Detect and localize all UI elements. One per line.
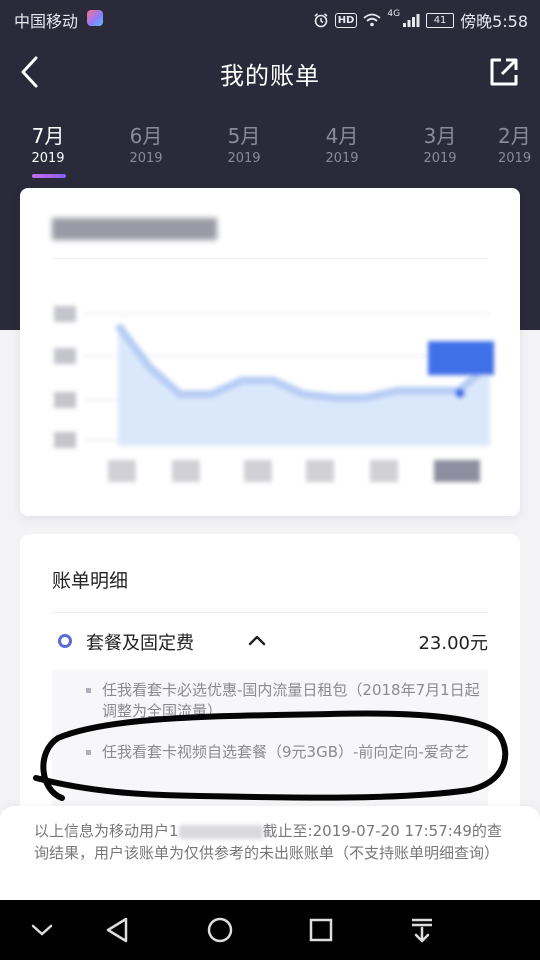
tab-month-2[interactable]: 2月 2019 — [498, 120, 540, 166]
chevron-down-icon[interactable] — [26, 914, 58, 946]
recents-square-icon[interactable] — [305, 914, 337, 946]
wifi-icon — [363, 13, 381, 27]
y-tick-label — [54, 392, 76, 408]
package-fee-row[interactable]: 套餐及固定费 23.00元 — [52, 624, 488, 668]
tab-year-label: 2019 — [227, 151, 261, 166]
chevron-up-icon[interactable] — [248, 633, 266, 647]
notice-text-part1: 以上信息为移动用户1 — [34, 822, 179, 840]
tab-month-label: 2月 — [498, 124, 531, 148]
item-text: 任我看套卡视频自选套餐（9元3GB）-前向定向-爱奇艺 — [102, 743, 469, 761]
bullet-icon — [86, 688, 91, 693]
notice-text: 以上信息为移动用户1 截止至:2019-07-20 17:57:49的查询结果，用… — [34, 820, 504, 864]
app-badge-icon — [87, 10, 103, 26]
x-tick-label — [172, 460, 200, 482]
tab-month-5[interactable]: 5月 2019 — [204, 120, 284, 166]
status-icons: HD 4G 41 傍晚5:58 — [313, 8, 528, 32]
system-navigation-bar — [0, 900, 540, 960]
tab-month-3[interactable]: 3月 2019 — [400, 120, 480, 166]
usage-chart — [54, 306, 494, 482]
tab-year-label: 2019 — [498, 151, 532, 166]
tab-month-6[interactable]: 6月 2019 — [106, 120, 186, 166]
home-circle-icon[interactable] — [204, 914, 236, 946]
active-tab-indicator — [32, 174, 66, 178]
back-triangle-icon[interactable] — [102, 914, 134, 946]
tab-year-label: 2019 — [423, 151, 457, 166]
page-title: 我的账单 — [220, 62, 320, 90]
notice-panel: 以上信息为移动用户1 截止至:2019-07-20 17:57:49的查询结果，用… — [0, 806, 540, 900]
clock: 傍晚5:58 — [460, 12, 528, 31]
tab-month-4[interactable]: 4月 2019 — [302, 120, 382, 166]
carrier-name: 中国移动 — [14, 12, 79, 31]
x-tick-label — [370, 460, 398, 482]
tab-month-label: 3月 — [423, 124, 457, 148]
share-icon[interactable] — [488, 56, 520, 88]
package-fee-label: 套餐及固定费 — [86, 633, 194, 654]
month-tabs: 7月 2019 6月 2019 5月 2019 4月 2019 3月 2019 … — [0, 120, 540, 190]
navigation-bar: 我的账单 — [0, 36, 540, 108]
tab-month-label: 7月 — [31, 124, 65, 148]
details-title: 账单明细 — [52, 570, 129, 592]
radio-dot-icon — [58, 634, 72, 648]
tab-month-label: 6月 — [129, 124, 163, 148]
x-tick-label — [434, 460, 480, 482]
data-point — [455, 388, 465, 399]
battery-icon: 41 — [426, 12, 455, 28]
tab-year-label: 2019 — [325, 151, 359, 166]
x-tick-label — [244, 460, 272, 482]
hd-voice-icon: HD — [334, 12, 358, 28]
y-tick-label — [54, 306, 76, 322]
usage-chart-card — [20, 188, 520, 516]
y-tick-label — [54, 432, 76, 448]
signal-icon — [403, 14, 420, 27]
tab-month-label: 4月 — [325, 124, 359, 148]
item-text: 任我看套卡必选优惠-国内流量日租包（2018年7月1日起调整为全国流量） — [102, 681, 480, 720]
network-type: 4G — [387, 9, 401, 19]
x-tick-label — [306, 460, 334, 482]
bill-details-card: 账单明细 套餐及固定费 23.00元 任我看套卡必选优惠-国内流量日租包（201… — [20, 534, 520, 834]
status-bar: 中国移动 HD 4G 41 傍晚5:58 — [0, 0, 540, 36]
tab-month-7[interactable]: 7月 2019 — [8, 120, 88, 166]
notification-pulldown-icon[interactable] — [406, 914, 438, 946]
tab-month-label: 5月 — [227, 124, 261, 148]
bullet-icon — [86, 750, 91, 755]
package-fee-amount: 23.00元 — [418, 633, 488, 654]
x-tick-label — [108, 460, 136, 482]
highlight-tooltip — [428, 341, 494, 376]
redacted-phone-number — [178, 824, 263, 839]
tab-year-label: 2019 — [129, 151, 163, 166]
package-items-list: 任我看套卡必选优惠-国内流量日租包（2018年7月1日起调整为全国流量） 任我看… — [52, 670, 488, 810]
tab-year-label: 2019 — [31, 151, 65, 166]
alarm-icon — [314, 13, 328, 28]
divider — [52, 612, 488, 613]
y-tick-label — [54, 348, 76, 364]
